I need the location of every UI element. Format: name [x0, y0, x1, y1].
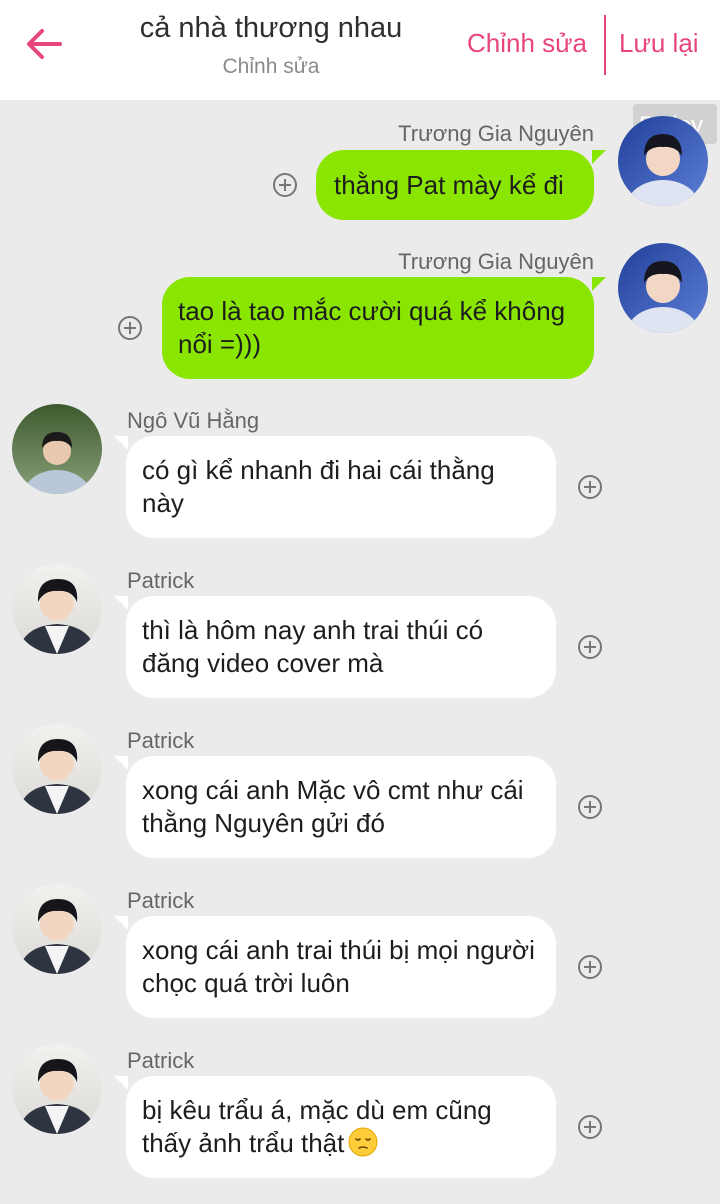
message-bubble[interactable]: bị kêu trẩu á, mặc dù em cũng thấy ảnh t… — [126, 1076, 556, 1178]
message-bubble[interactable]: xong cái anh trai thúi bị mọi người chọc… — [126, 916, 556, 1018]
message-text: thì là hôm nay anh trai thúi có đăng vid… — [142, 615, 484, 678]
bubble-tail — [114, 436, 128, 450]
message-bubble[interactable]: xong cái anh Mặc vô cmt như cái thằng Ng… — [126, 756, 556, 858]
avatar[interactable] — [12, 404, 102, 494]
message-bubble[interactable]: thì là hôm nay anh trai thúi có đăng vid… — [126, 596, 556, 698]
add-reaction-icon[interactable] — [577, 634, 603, 660]
message-text: xong cái anh Mặc vô cmt như cái thằng Ng… — [142, 775, 524, 838]
message-text: thằng Pat mày kể đi — [334, 170, 564, 200]
bubble-tail — [114, 756, 128, 770]
sender-name: Patrick — [127, 1048, 195, 1073]
add-reaction-icon[interactable] — [117, 315, 143, 341]
avatar[interactable] — [12, 724, 102, 814]
sender-name: Patrick — [127, 888, 195, 913]
save-button[interactable]: Lưu lại — [619, 28, 699, 59]
add-reaction-icon[interactable] — [577, 1114, 603, 1140]
bubble-tail — [114, 596, 128, 610]
bubble-tail — [592, 277, 606, 291]
message-bubble[interactable]: có gì kể nhanh đi hai cái thằng này — [126, 436, 556, 538]
avatar[interactable] — [618, 243, 708, 333]
avatar[interactable] — [12, 564, 102, 654]
chat-header: cả nhà thương nhau Chỉnh sửa Chỉnh sửa L… — [0, 0, 720, 100]
add-reaction-icon[interactable] — [577, 954, 603, 980]
bubble-tail — [592, 150, 606, 164]
add-reaction-icon[interactable] — [577, 474, 603, 500]
edit-button[interactable]: Chỉnh sửa — [467, 28, 587, 59]
chat-subtitle: Chỉnh sửa — [222, 55, 320, 78]
message-text: bị kêu trẩu á, mặc dù em cũng thấy ảnh t… — [142, 1095, 492, 1158]
message-bubble[interactable]: thằng Pat mày kể đi — [316, 150, 594, 220]
message-text: xong cái anh trai thúi bị mọi người chọc… — [142, 935, 535, 998]
sender-name: Trương Gia Nguyên — [398, 249, 594, 274]
chat-title: cả nhà thương nhau — [139, 12, 403, 44]
sender-name: Trương Gia Nguyên — [398, 121, 594, 146]
bubble-tail — [114, 1076, 128, 1090]
sender-name: Ngô Vũ Hằng — [127, 408, 260, 433]
pensive-face-icon — [348, 1127, 378, 1157]
header-divider — [604, 15, 606, 75]
sender-name: Patrick — [127, 728, 195, 753]
add-reaction-icon[interactable] — [577, 794, 603, 820]
arrow-left-icon[interactable] — [22, 22, 66, 66]
sender-name: Patrick — [127, 568, 195, 593]
message-text: tao là tao mắc cười quá kể không nổi =))… — [178, 296, 566, 359]
bubble-tail — [114, 916, 128, 930]
avatar[interactable] — [618, 116, 708, 206]
message-text: có gì kể nhanh đi hai cái thằng này — [142, 455, 495, 518]
add-reaction-icon[interactable] — [272, 172, 298, 198]
avatar[interactable] — [12, 884, 102, 974]
message-bubble[interactable]: tao là tao mắc cười quá kể không nổi =))… — [162, 277, 594, 379]
avatar[interactable] — [12, 1044, 102, 1134]
